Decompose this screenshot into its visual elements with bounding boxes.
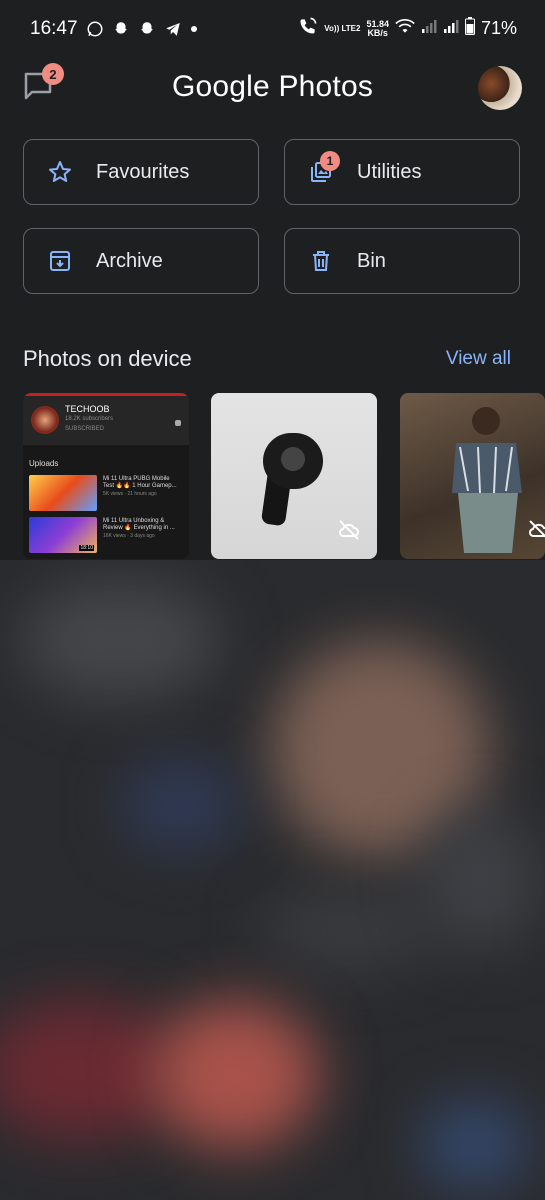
blur-blob-4 [260,890,440,970]
network-speed-unit: KB/s [367,27,388,38]
utilities-label: Utilities [357,160,422,183]
device-folder-thumb-earbud[interactable] [211,393,377,559]
utilities-badge: 1 [320,151,340,171]
channel-name: TECHOOB [65,404,110,414]
status-right: Vo)) LTE2 51.84 KB/s 71% [298,16,517,41]
snapchat-icon [112,20,130,38]
favourites-button[interactable]: Favourites [23,139,259,205]
channel-subscribed: SUBSCRIBED [65,426,105,432]
snapchat-icon-2 [138,20,156,38]
clock: 16:47 [30,18,78,39]
blur-blob-3 [120,760,240,850]
favourites-label: Favourites [96,160,190,183]
trash-icon [309,249,333,273]
battery-percent: 71% [480,18,517,38]
archive-label: Archive [96,249,163,272]
device-folder-thumb-screenshot[interactable]: TECHOOB 18.2K subscribers SUBSCRIBED Upl… [23,393,189,559]
blur-blob-7 [420,1100,530,1190]
video-thumb-1 [29,475,97,511]
cloud-off-icon [337,518,361,547]
video-title-2: Mi 11 Ultra Unboxing & Review 🔥 Everythi… [103,518,175,531]
blur-blob-2 [20,580,220,700]
star-icon [48,160,72,184]
youtube-channel-header: TECHOOB 18.2K subscribers SUBSCRIBED [23,393,189,445]
app-title-photos: Photos [269,70,374,103]
channel-subscribers: 18.2K subscribers [65,416,114,422]
channel-avatar [31,406,59,434]
device-folder-thumb-person[interactable] [400,393,545,559]
view-all-link[interactable]: View all [446,348,511,370]
person-photo [452,407,522,553]
more-notifications-dot-icon [190,25,198,33]
bell-icon [175,420,181,426]
volte-indicator: Vo)) LTE2 [324,23,361,33]
app-title-google: Google [171,70,270,103]
account-avatar[interactable] [478,66,522,110]
battery-icon [464,17,475,40]
app-title: Google Photos [0,70,545,104]
cloud-off-icon-2 [527,518,545,547]
video-meta-1: 5K views · 21 hours ago [103,491,157,497]
earbud-tip [281,447,305,471]
network-speed: 51.84 KB/s [366,19,389,38]
video-meta-2: 16K views · 3 days ago [103,533,155,539]
blur-blob-8 [420,810,540,950]
photos-on-device-title: Photos on device [23,346,192,371]
bin-label: Bin [357,249,386,272]
wifi-calling-icon [298,16,318,41]
signal-icon-2 [443,18,459,39]
bin-button[interactable]: Bin [284,228,520,294]
utilities-button[interactable]: Utilities [284,139,520,205]
status-left: 16:47 [30,18,198,40]
telegram-icon [164,20,182,38]
archive-icon [48,249,72,273]
status-bar: 16:47 Vo)) LTE2 51.84 KB/s 71% [0,0,545,60]
video-thumb-2: 18:10 [29,517,97,553]
blur-blob-6 [150,1000,320,1150]
uploads-heading: Uploads [29,459,59,468]
whatsapp-icon [86,20,104,38]
video-title-1: Mi 11 Ultra PUBG Mobile Test 🔥🔥 1 Hour G… [103,476,177,489]
archive-button[interactable]: Archive [23,228,259,294]
wifi-icon [395,17,415,40]
signal-icon-1 [421,18,437,39]
blurred-content-area [0,560,545,1200]
video-duration-2: 18:10 [79,545,94,551]
